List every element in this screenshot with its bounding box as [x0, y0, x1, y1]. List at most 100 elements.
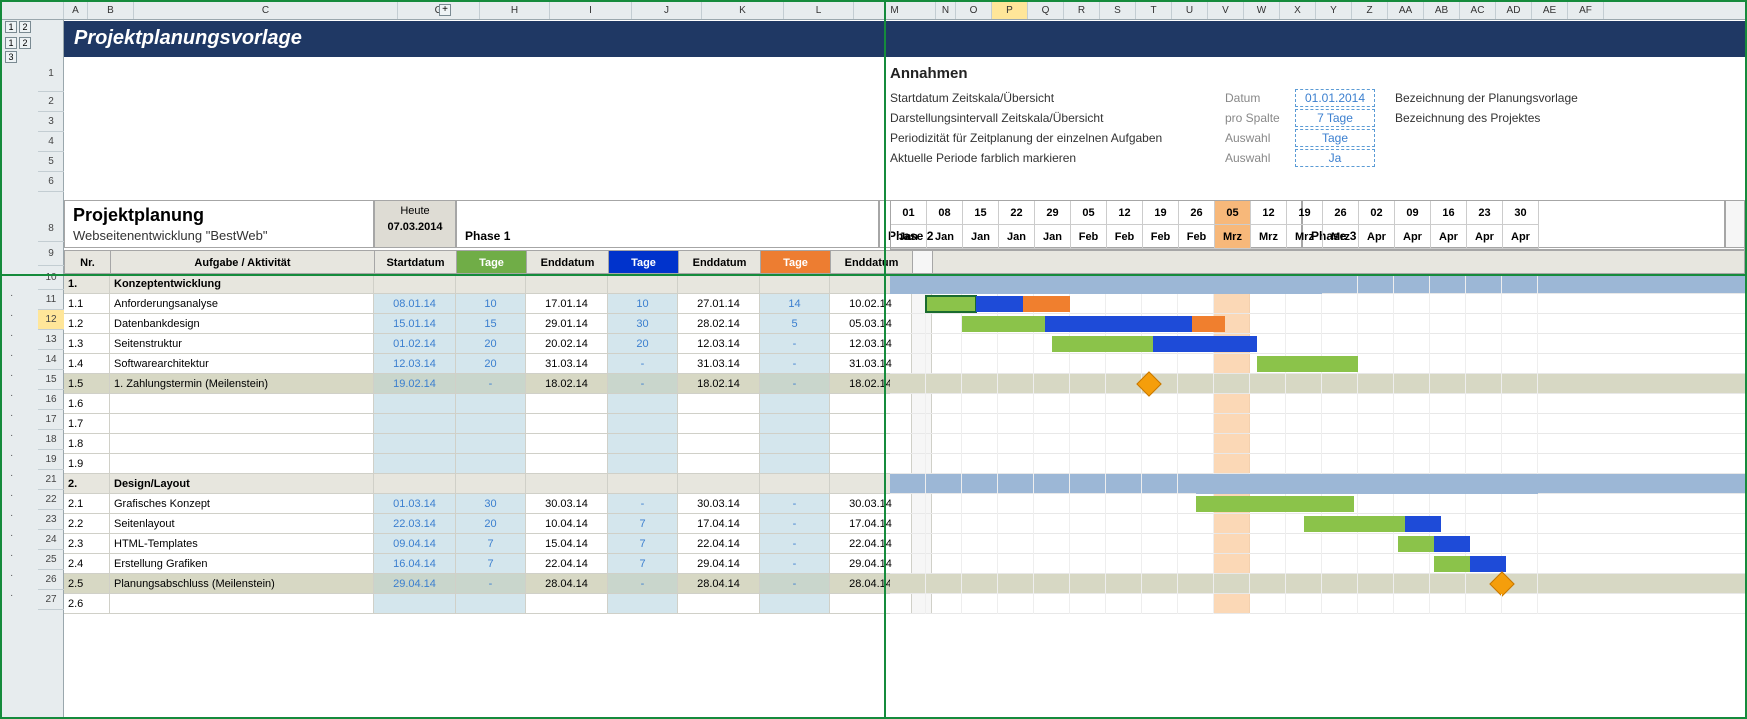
gantt-cell[interactable] [1430, 574, 1466, 594]
gantt-cell[interactable] [1106, 434, 1142, 454]
gantt-cell[interactable] [962, 574, 998, 594]
row-header-24[interactable]: 24 [38, 530, 64, 550]
col-header-U[interactable]: U [1172, 2, 1208, 19]
gantt-cell[interactable] [1142, 534, 1178, 554]
task-days-2[interactable] [608, 274, 678, 293]
gantt-cell[interactable] [1286, 534, 1322, 554]
col-header-C[interactable]: C [134, 2, 398, 19]
row-header-9[interactable]: 9 [38, 242, 64, 266]
gantt-cell[interactable] [1070, 474, 1106, 494]
gantt-cell[interactable] [1466, 434, 1502, 454]
gantt-cell[interactable] [1286, 374, 1322, 394]
task-days-2[interactable]: - [608, 494, 678, 513]
col-header-AC[interactable]: AC [1460, 2, 1496, 19]
gantt-cell[interactable] [1502, 454, 1538, 474]
header-nr[interactable]: Nr. [65, 251, 111, 273]
gantt-cell[interactable] [1034, 354, 1070, 374]
gantt-cell[interactable] [1178, 454, 1214, 474]
col-header-O[interactable]: O [956, 2, 992, 19]
gantt-cell[interactable] [1502, 334, 1538, 354]
gantt-cell[interactable] [1214, 354, 1250, 374]
gantt-cell[interactable] [1214, 554, 1250, 574]
gantt-cell[interactable] [1322, 454, 1358, 474]
gantt-cell[interactable] [1430, 314, 1466, 334]
gantt-cell[interactable] [1430, 274, 1466, 294]
gantt-bar[interactable] [1153, 336, 1257, 352]
task-row[interactable]: 2.1 Grafisches Konzept 01.03.14 30 30.03… [64, 494, 932, 514]
task-days-1[interactable]: - [456, 374, 526, 393]
task-row[interactable]: 2.2 Seitenlayout 22.03.14 20 10.04.14 7 … [64, 514, 932, 534]
row-header-10[interactable]: 10 [38, 266, 64, 290]
task-days-1[interactable] [456, 414, 526, 433]
col-header-S[interactable]: S [1100, 2, 1136, 19]
task-days-3[interactable]: - [760, 554, 830, 573]
gantt-cell[interactable] [962, 414, 998, 434]
gantt-cell[interactable] [1286, 314, 1322, 334]
gantt-bar[interactable] [1470, 556, 1506, 572]
task-start[interactable]: 09.04.14 [374, 534, 456, 553]
row-header-23[interactable]: 23 [38, 510, 64, 530]
row-header-17[interactable]: 17 [38, 410, 64, 430]
col-header-AF[interactable]: AF [1568, 2, 1604, 19]
gantt-cell[interactable] [1214, 514, 1250, 534]
gantt-cell[interactable] [1034, 594, 1070, 614]
gantt-cell[interactable] [1358, 274, 1394, 294]
task-days-2[interactable]: - [608, 374, 678, 393]
gantt-cell[interactable] [1322, 434, 1358, 454]
gantt-cell[interactable] [1214, 434, 1250, 454]
header-enddate-1[interactable]: Enddatum [527, 251, 609, 273]
gantt-bar[interactable] [1405, 516, 1441, 532]
gantt-cell[interactable] [962, 454, 998, 474]
task-days-3[interactable]: - [760, 374, 830, 393]
col-header-Y[interactable]: Y [1316, 2, 1352, 19]
task-start[interactable] [374, 394, 456, 413]
gantt-cell[interactable] [1358, 454, 1394, 474]
header-enddate-2[interactable]: Enddatum [679, 251, 761, 273]
task-start[interactable]: 15.01.14 [374, 314, 456, 333]
gantt-cell[interactable] [962, 474, 998, 494]
gantt-cell[interactable] [998, 334, 1034, 354]
task-days-1[interactable]: - [456, 574, 526, 593]
gantt-cell[interactable] [1466, 354, 1502, 374]
row-header-14[interactable]: 14 [38, 350, 64, 370]
gantt-cell[interactable] [998, 374, 1034, 394]
gantt-cell[interactable] [1250, 574, 1286, 594]
task-days-3[interactable]: - [760, 574, 830, 593]
gantt-cell[interactable] [998, 534, 1034, 554]
task-row[interactable]: 1.8 [64, 434, 932, 454]
gantt-cell[interactable] [1286, 554, 1322, 574]
task-days-2[interactable]: 7 [608, 554, 678, 573]
gantt-cell[interactable] [1394, 354, 1430, 374]
gantt-cell[interactable] [1358, 294, 1394, 314]
task-days-1[interactable]: 20 [456, 514, 526, 533]
task-start[interactable]: 01.02.14 [374, 334, 456, 353]
gantt-cell[interactable] [1358, 354, 1394, 374]
task-days-1[interactable]: 7 [456, 554, 526, 573]
gantt-cell[interactable] [1034, 414, 1070, 434]
task-days-3[interactable]: - [760, 334, 830, 353]
task-days-2[interactable]: 7 [608, 534, 678, 553]
gantt-cell[interactable] [1286, 434, 1322, 454]
gantt-cell[interactable] [998, 354, 1034, 374]
col-header-Q[interactable]: Q [1028, 2, 1064, 19]
gantt-cell[interactable] [1142, 514, 1178, 534]
gantt-cell[interactable] [998, 514, 1034, 534]
gantt-cell[interactable] [926, 334, 962, 354]
gantt-cell[interactable] [998, 434, 1034, 454]
gantt-cell[interactable] [1250, 374, 1286, 394]
task-start[interactable] [374, 454, 456, 473]
outline-col-1[interactable]: 1 [5, 21, 17, 33]
gantt-cell[interactable] [1070, 574, 1106, 594]
task-row[interactable]: 2.5 Planungsabschluss (Meilenstein) 29.0… [64, 574, 932, 594]
gantt-cell[interactable] [1142, 474, 1178, 494]
gantt-cell[interactable] [1178, 514, 1214, 534]
gantt-cell[interactable] [1502, 494, 1538, 514]
gantt-cell[interactable] [926, 374, 962, 394]
task-row[interactable]: 1.6 [64, 394, 932, 414]
sheet-area[interactable]: Projektplanungsvorlage Annahmen Startdat… [64, 20, 1745, 717]
gantt-cell[interactable] [1070, 294, 1106, 314]
task-days-3[interactable]: - [760, 354, 830, 373]
task-days-2[interactable]: - [608, 574, 678, 593]
gantt-cell[interactable] [1502, 594, 1538, 614]
gantt-cell[interactable] [1466, 274, 1502, 294]
